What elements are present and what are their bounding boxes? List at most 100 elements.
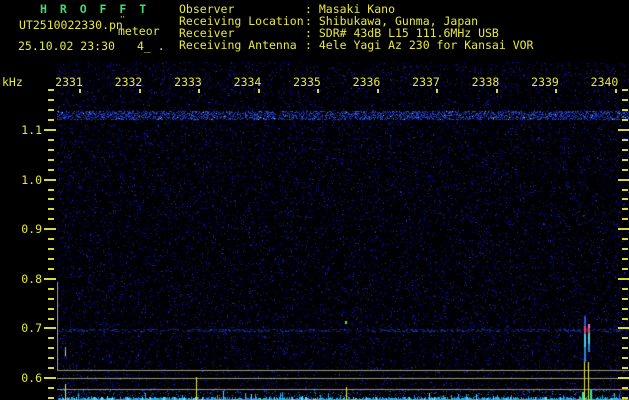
- y-tick-minor: [48, 198, 54, 201]
- y-tick-major-right: [618, 327, 629, 330]
- x-tick-mark: [376, 89, 379, 93]
- y-tick-minor-right: [622, 168, 628, 171]
- x-tick-mark: [257, 89, 260, 93]
- y-tick-minor-right: [622, 307, 628, 310]
- spectrogram-canvas: [57, 62, 629, 400]
- x-tick-label: 2338: [471, 75, 500, 89]
- y-tick-minor: [48, 287, 54, 290]
- x-tick-label: 2339: [531, 75, 559, 89]
- y-tick-major-right: [618, 377, 629, 379]
- y-tick-major: [44, 277, 56, 280]
- y-tick-label: 1.0: [21, 172, 42, 187]
- datetime: 25.10.02 23:30: [18, 39, 115, 53]
- y-tick-minor: [48, 168, 54, 171]
- hrofft-window: H R O F F T UT2510022330.pn ¨ meteor 25.…: [0, 0, 629, 400]
- y-tick-label: 1.1: [21, 123, 42, 137]
- y-tick-minor: [48, 138, 54, 141]
- y-tick-minor-right: [622, 386, 628, 389]
- y-tick-minor-right: [622, 119, 628, 122]
- y-tick-minor-right: [622, 337, 628, 340]
- x-tick-mark: [555, 89, 557, 93]
- y-tick-minor-right: [622, 258, 628, 260]
- y-tick-minor-right: [622, 367, 628, 370]
- y-tick-minor-right: [622, 287, 628, 290]
- x-tick-label: 2332: [114, 75, 143, 89]
- y-tick-minor-right: [622, 297, 628, 300]
- x-tick-label: 2340: [590, 75, 619, 89]
- y-tick-minor: [48, 99, 54, 102]
- y-tick-major-right: [618, 178, 629, 181]
- x-tick-mark: [138, 89, 141, 93]
- y-tick-major: [44, 129, 56, 131]
- filename-overlay: meteor: [118, 24, 160, 38]
- y-tick-minor-right: [622, 99, 628, 102]
- y-tick-minor: [48, 267, 54, 270]
- y-tick-minor-right: [622, 208, 628, 211]
- y-tick-label: 0.6: [21, 371, 42, 385]
- y-tick-minor: [48, 367, 54, 370]
- y-tick-major: [44, 327, 56, 330]
- y-tick-minor-right: [622, 396, 628, 399]
- y-tick-minor-right: [622, 158, 628, 161]
- y-tick-minor-right: [622, 109, 628, 112]
- x-tick-mark: [317, 89, 319, 93]
- x-tick-mark: [436, 89, 438, 93]
- y-tick-minor: [48, 357, 54, 360]
- y-tick-minor: [48, 119, 54, 122]
- y-tick-minor: [48, 208, 54, 211]
- x-tick-label: 2337: [412, 75, 440, 89]
- y-tick-minor: [48, 89, 54, 92]
- y-tick-minor: [48, 158, 54, 161]
- y-tick-label: 0.7: [21, 321, 42, 336]
- y-tick-major: [44, 377, 56, 379]
- app-title: H R O F F T: [40, 2, 150, 16]
- y-tick-minor-right: [622, 138, 628, 141]
- x-tick-mark: [79, 89, 81, 93]
- y-tick-major: [44, 228, 56, 231]
- x-tick-mark: [614, 89, 617, 93]
- y-tick-minor: [48, 386, 54, 389]
- field-label-receiving-antenna: Receiving Antenna: [179, 38, 297, 52]
- y-tick-minor: [48, 297, 54, 300]
- y-tick-minor-right: [622, 317, 628, 320]
- y-tick-minor: [48, 337, 54, 340]
- y-tick-major-right: [618, 228, 629, 231]
- filename: UT2510022330.pn: [19, 18, 123, 32]
- y-tick-minor-right: [622, 188, 628, 191]
- y-tick-minor-right: [622, 89, 628, 92]
- y-tick-minor: [48, 188, 54, 191]
- y-tick-major: [44, 178, 56, 181]
- x-tick-label: 2333: [174, 75, 202, 89]
- y-tick-minor: [48, 396, 54, 399]
- y-tick-major-right: [618, 129, 629, 131]
- x-tick-label: 2334: [233, 75, 262, 89]
- y-tick-minor-right: [622, 198, 628, 201]
- y-tick-minor: [48, 238, 54, 241]
- echo-counter: 4_ .: [137, 39, 165, 53]
- field-value-receiving-antenna: : 4ele Yagi Az 230 for Kansai VOR: [305, 38, 534, 52]
- x-tick-label: 2335: [293, 75, 321, 89]
- y-tick-minor: [48, 307, 54, 310]
- y-tick-minor: [48, 258, 54, 260]
- y-tick-label: 0.9: [21, 222, 42, 237]
- x-tick-mark: [198, 89, 200, 93]
- y-tick-minor: [48, 148, 54, 151]
- khz-axis-label: kHz: [2, 75, 23, 89]
- x-tick-mark: [495, 89, 498, 93]
- y-tick-minor-right: [622, 267, 628, 270]
- y-tick-minor-right: [622, 357, 628, 360]
- y-tick-minor: [48, 317, 54, 320]
- y-tick-minor: [48, 248, 54, 250]
- y-tick-major-right: [618, 277, 629, 280]
- y-tick-minor: [48, 109, 54, 112]
- y-tick-minor: [48, 218, 54, 221]
- y-tick-label: 0.8: [21, 271, 42, 286]
- y-tick-minor-right: [622, 238, 628, 241]
- x-tick-label: 2331: [55, 75, 83, 89]
- y-tick-minor: [48, 347, 54, 350]
- y-tick-minor-right: [622, 248, 628, 250]
- y-tick-minor-right: [622, 148, 628, 151]
- y-tick-minor-right: [622, 218, 628, 221]
- y-tick-minor-right: [622, 347, 628, 350]
- x-tick-label: 2336: [352, 75, 381, 89]
